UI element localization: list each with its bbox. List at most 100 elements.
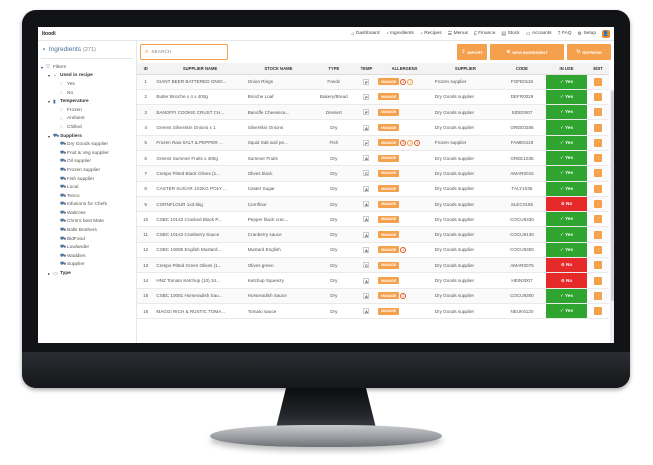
column-header-in-use[interactable]: IN USE [545,63,588,75]
in-use-toggle[interactable]: ⊘ No [545,257,588,274]
filter-item-filters[interactable]: ▾ ▽ Filters [41,63,133,72]
edit-button[interactable]: ⋮ [594,169,603,178]
manage-allergens-button[interactable]: MANAGE [378,124,400,132]
search-input[interactable]: ⌕ SEARCH [140,44,228,60]
in-use-toggle[interactable]: ✓ Yes [545,89,588,106]
in-use-toggle[interactable]: ⊘ No [545,196,588,213]
table-row[interactable]: 13 Crespo Pitted Green Olives (1... Olives… [137,257,609,274]
edit-button[interactable]: ⋮ [594,276,603,285]
table-row[interactable]: 8 CASTER SUGAR 1X2KG POLY ... Caster Sugar… [137,181,609,197]
in-use-toggle[interactable]: ⊘ No [545,272,588,289]
table-row[interactable]: 1 GIANT BEER BATTERED ONIO... Onion Rings F… [137,74,609,90]
column-header-code[interactable]: CODE [498,63,546,75]
refresh-button[interactable]: ↻ REFRESH [567,44,611,60]
in-use-toggle[interactable]: ✓ Yes [545,150,588,167]
edit-button[interactable]: ⋮ [594,92,603,101]
filter-item-lowlander[interactable]: ⛟ Lowlander [41,243,133,252]
table-row[interactable]: 15 CSBC 10081 Horseradish Sau... Horseradi… [137,288,609,304]
edit-button[interactable]: ⋮ [594,230,603,239]
scrollbar-thumb[interactable] [610,91,614,301]
in-use-toggle[interactable]: ✓ Yes [545,211,588,228]
manage-allergens-button[interactable]: MANAGE [378,215,400,223]
manage-allergens-button[interactable]: MANAGE [378,200,400,208]
filter-item-waitrose[interactable]: ⛟ Waitrose [41,209,133,218]
table-row[interactable]: 14 HNZ Tomato Ketchup (10) 34... Ketchup S… [137,272,609,289]
manage-allergens-button[interactable]: MANAGE [378,108,400,116]
column-header-id[interactable]: ID [137,63,155,75]
in-use-toggle[interactable]: ✓ Yes [545,74,588,90]
filter-item-no[interactable]: ◌ No [41,89,133,98]
column-header-stock-name[interactable]: STOCK NAME [245,63,311,75]
new-ingredient-button[interactable]: ⊕ NEW INGREDIENT [490,44,564,60]
filter-item-frozen-supplier[interactable]: ⛟ Frozen supplier [41,166,133,175]
manage-allergens-button[interactable]: MANAGE [378,185,400,193]
nav-item-setup[interactable]: ⚙ Setup [577,31,596,37]
filter-item-fish-supplier[interactable]: ⛟ Fish supplier [41,175,133,184]
in-use-toggle[interactable]: ✓ Yes [545,119,588,136]
table-row[interactable]: 3 BANOFFI COOKIE CRUST CH... Banoffe Chees… [137,104,609,121]
manage-allergens-button[interactable]: MANAGE [378,307,400,315]
filter-item-chilled[interactable]: ◌ Chilled [41,123,133,132]
table-row[interactable]: 11 CSBC 10143 Cranberry Sauce Cranberry sa… [137,226,609,243]
nav-item-menus[interactable]: ☰ Menus [448,31,468,37]
filter-item-bidfood[interactable]: ⛟ BidFood [41,235,133,244]
table-row[interactable]: 5 Frozen Raw SALT & PEPPER ... Squid Salt … [137,135,609,151]
filter-item-chris-s-best-mate[interactable]: ⛟ Chris's best Mate [41,218,133,227]
filter-item-yes[interactable]: ◌ Yes [41,80,133,89]
filter-item-frozen[interactable]: ◌ Frozen [41,106,133,115]
in-use-toggle[interactable]: ✓ Yes [545,242,588,259]
manage-allergens-button[interactable]: MANAGE [378,78,400,86]
column-header-supplier[interactable]: SUPPLIER [432,63,499,75]
manage-allergens-button[interactable]: MANAGE [378,154,400,162]
edit-button[interactable]: ⋮ [594,261,603,270]
filter-item-infusions-for-chefs[interactable]: ⛟ Infusions for Chefs [41,201,133,210]
filter-item-balls-brothers[interactable]: ⛟ Balls Brothers [41,226,133,235]
filter-item-temperature[interactable]: ▾ ▮ Temperature [41,97,133,106]
filter-item-waddies[interactable]: ⛟ Waddies [41,252,133,261]
manage-allergens-button[interactable]: MANAGE [378,169,400,177]
table-row[interactable]: 7 Crespo Pitted Black Olives (1... Olives … [137,165,609,182]
manage-allergens-button[interactable]: MANAGE [378,93,400,101]
filter-item-oil-supplier[interactable]: ⛟ Oil supplier [41,158,133,167]
edit-button[interactable]: ⋮ [594,138,603,147]
in-use-toggle[interactable]: ✓ Yes [545,165,588,182]
column-header-type[interactable]: TYPE [310,63,357,75]
filter-item-supplier[interactable]: ⛟ Supplier [41,261,133,270]
in-use-toggle[interactable]: ✓ Yes [545,135,588,151]
column-header-edit[interactable]: EDIT [587,63,609,75]
nav-item-ingredients[interactable]: ◔ Ingredients [385,31,413,37]
in-use-toggle[interactable]: ✓ Yes [545,181,588,197]
edit-button[interactable]: ⋮ [594,184,603,193]
nav-item-stock[interactable]: ▤ Stock [501,31,519,37]
nav-item-accounts[interactable]: ▭ Accounts [526,31,552,37]
manage-allergens-button[interactable]: MANAGE [378,139,400,147]
nav-item-recipes[interactable]: ◔ Recipes [420,31,442,37]
manage-allergens-button[interactable]: MANAGE [378,231,400,239]
column-header-supplier-name[interactable]: SUPPLIER NAME [154,63,246,75]
edit-button[interactable]: ⋮ [594,108,603,117]
table-scrollbar[interactable] [610,89,614,343]
import-button[interactable]: ⇪ IMPORT [457,44,487,60]
table-row[interactable]: 9 CORNFLOUR 1x3.5kg Cornflour Dry A MANAGE Dry… [137,196,609,213]
in-use-toggle[interactable]: ✓ Yes [545,104,588,121]
table-row[interactable]: 10 CSBC 10143 Cracked Black P... Pepper bl… [137,211,609,228]
edit-button[interactable]: ⋮ [594,154,603,163]
filter-item-suppliers[interactable]: ▾ ⛟ Suppliers [41,132,133,141]
manage-allergens-button[interactable]: MANAGE [378,261,400,269]
manage-allergens-button[interactable]: MANAGE [378,246,400,254]
edit-button[interactable]: ⋮ [594,291,603,300]
user-avatar-icon[interactable]: 👤 [602,29,610,38]
nav-item-faq[interactable]: ? FAQ [558,31,572,37]
in-use-toggle[interactable]: ✓ Yes [545,288,588,304]
filter-item-type[interactable]: ▸ ▭ Type [41,269,133,278]
filter-item-fruit-veg-supplier[interactable]: ⛟ Fruit & Veg supplier [41,149,133,158]
table-row[interactable]: 16 MAGGI RICH & RUSTIC TOMA... Tomato sauc… [137,303,609,320]
app-logo[interactable]: Itoodi [42,31,56,37]
table-row[interactable]: 6 Greens Summer Fruits x 400g Summer Fruit… [137,150,609,167]
column-header-temp[interactable]: TEMP [356,63,377,75]
edit-button[interactable]: ⋮ [594,245,603,254]
nav-item-dashboard[interactable]: ⌂ Dashboard [351,31,379,37]
filter-item-dry-goods-supplier[interactable]: ⛟ Dry Goods supplier [41,140,133,149]
filter-item-tesco[interactable]: ⛟ Tesco [41,192,133,201]
edit-button[interactable]: ⋮ [594,307,603,316]
